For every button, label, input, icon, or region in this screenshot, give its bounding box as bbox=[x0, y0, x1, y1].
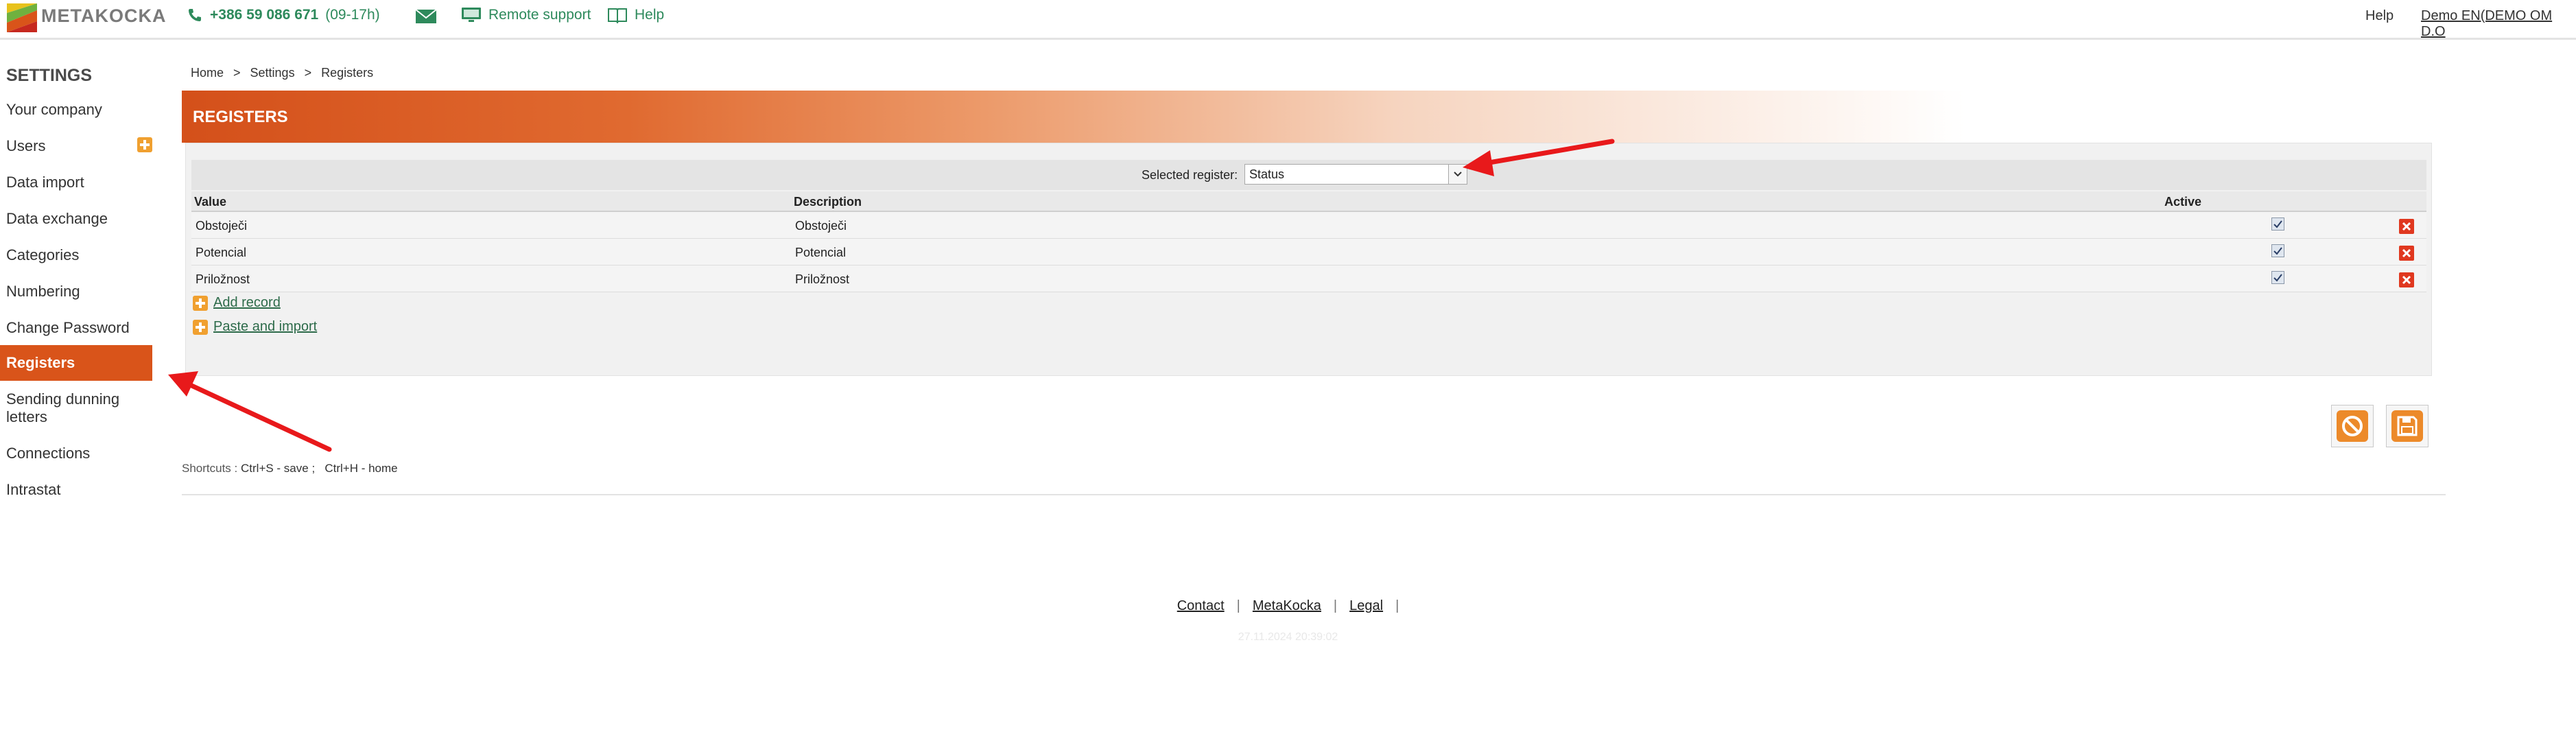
top-bar: METAKOCKA +386 59 086 671 (09-17h) Remot… bbox=[0, 0, 2576, 40]
footer-link-contact[interactable]: Contact bbox=[1177, 598, 1225, 614]
footer-timestamp: 27.11.2024 20:39:02 bbox=[1238, 631, 1338, 643]
sidebar-item-data-import[interactable]: Data import bbox=[0, 174, 152, 191]
monitor-icon bbox=[462, 8, 481, 22]
cancel-icon bbox=[2337, 410, 2368, 442]
breadcrumb-settings[interactable]: Settings bbox=[250, 66, 295, 80]
help-label: Help bbox=[635, 7, 665, 23]
cell-description[interactable]: Priložnost bbox=[795, 272, 849, 287]
sidebar-item-your-company[interactable]: Your company bbox=[0, 101, 152, 119]
shortcut-save: Ctrl+S - save ; bbox=[241, 462, 316, 475]
remote-support-label: Remote support bbox=[488, 7, 591, 23]
column-header-value: Value bbox=[194, 195, 227, 209]
column-header-active: Active bbox=[2164, 195, 2202, 209]
register-select[interactable]: Status bbox=[1244, 164, 1467, 185]
checkmark-icon bbox=[2273, 247, 2282, 255]
checkmark-icon bbox=[2273, 220, 2282, 228]
register-select-value: Status bbox=[1249, 167, 1285, 181]
phone-contact[interactable]: +386 59 086 671 (09-17h) bbox=[187, 7, 380, 23]
sidebar-item-sending-dunning-letters[interactable]: Sending dunning letters bbox=[0, 390, 144, 426]
shortcut-home: Ctrl+H - home bbox=[324, 462, 398, 475]
save-button[interactable] bbox=[2386, 405, 2429, 447]
chevron-down-icon[interactable] bbox=[1448, 165, 1467, 184]
page-title: REGISTERS bbox=[193, 108, 288, 126]
selected-register-label: Selected register: bbox=[1142, 168, 1238, 182]
sidebar-item-connections[interactable]: Connections bbox=[0, 445, 152, 462]
active-checkbox[interactable] bbox=[2271, 271, 2284, 284]
delete-row-icon[interactable] bbox=[2399, 272, 2414, 287]
table-row: Potencial Potencial bbox=[191, 239, 2426, 266]
add-record-link[interactable]: Add record bbox=[213, 295, 281, 311]
table-row: Obstoječi Obstoječi bbox=[191, 212, 2426, 239]
delete-row-icon[interactable] bbox=[2399, 219, 2414, 234]
plus-icon bbox=[193, 319, 208, 335]
sidebar-item-registers[interactable]: Registers bbox=[0, 345, 152, 381]
footer-link-legal[interactable]: Legal bbox=[1349, 598, 1383, 614]
remote-support-link[interactable]: Remote support bbox=[461, 7, 591, 23]
metakocka-logo[interactable] bbox=[7, 3, 37, 32]
breadcrumb-registers: Registers bbox=[321, 66, 374, 80]
phone-icon bbox=[189, 9, 201, 21]
help-link[interactable]: Help bbox=[607, 7, 664, 23]
footer: Contact | MetaKocka | Legal | bbox=[0, 598, 2576, 614]
book-icon bbox=[608, 8, 627, 23]
phone-hours: (09-17h) bbox=[325, 7, 380, 23]
sidebar-item-numbering[interactable]: Numbering bbox=[0, 283, 152, 301]
arrow-to-registers-menu bbox=[168, 371, 332, 452]
add-record-action[interactable]: Add record bbox=[193, 295, 281, 311]
plus-icon bbox=[193, 295, 208, 311]
sidebar-item-categories[interactable]: Categories bbox=[0, 246, 152, 264]
breadcrumb-separator: > bbox=[233, 66, 241, 80]
keyboard-shortcuts: Shortcuts : Ctrl+S - save ; Ctrl+H - hom… bbox=[182, 462, 398, 475]
paste-import-link[interactable]: Paste and import bbox=[213, 319, 317, 335]
divider bbox=[182, 494, 2446, 495]
footer-separator: | bbox=[1333, 598, 1338, 613]
delete-row-icon[interactable] bbox=[2399, 246, 2414, 261]
paste-import-action[interactable]: Paste and import bbox=[193, 319, 317, 335]
floppy-disk-icon bbox=[2391, 410, 2423, 442]
cell-value[interactable]: Potencial bbox=[196, 246, 246, 260]
table-row: Priložnost Priložnost bbox=[191, 266, 2426, 292]
mail-icon[interactable] bbox=[415, 9, 437, 24]
cell-description[interactable]: Potencial bbox=[795, 246, 846, 260]
registers-panel: Selected register: Status Value Descript… bbox=[185, 143, 2432, 376]
cancel-button[interactable] bbox=[2331, 405, 2374, 447]
user-account-link[interactable]: Demo EN(DEMO OM D.O bbox=[2421, 8, 2576, 40]
page-header-banner: REGISTERS bbox=[182, 91, 1965, 143]
register-selector-bar: Selected register: Status bbox=[191, 160, 2426, 190]
checkmark-icon bbox=[2273, 274, 2282, 282]
footer-separator: | bbox=[1236, 598, 1240, 613]
sidebar-item-change-password[interactable]: Change Password bbox=[0, 319, 152, 337]
phone-number: +386 59 086 671 bbox=[210, 7, 319, 23]
active-checkbox[interactable] bbox=[2271, 217, 2284, 231]
sidebar-title: SETTINGS bbox=[6, 66, 93, 85]
active-checkbox[interactable] bbox=[2271, 244, 2284, 257]
logo-text[interactable]: METAKOCKA bbox=[41, 5, 166, 27]
sidebar-item-data-exchange[interactable]: Data exchange bbox=[0, 210, 152, 228]
add-user-plus-icon[interactable] bbox=[137, 137, 152, 152]
cell-value[interactable]: Priložnost bbox=[196, 272, 250, 287]
table-header: Value Description Active bbox=[191, 191, 2426, 212]
shortcuts-label: Shortcuts : bbox=[182, 462, 238, 475]
sidebar-item-intrastat[interactable]: Intrastat bbox=[0, 481, 152, 499]
cell-description[interactable]: Obstoječi bbox=[795, 219, 847, 233]
footer-separator: | bbox=[1395, 598, 1399, 613]
cell-value[interactable]: Obstoječi bbox=[196, 219, 247, 233]
breadcrumb-home[interactable]: Home bbox=[191, 66, 224, 80]
help-right-link[interactable]: Help bbox=[2365, 8, 2394, 24]
breadcrumb-separator: > bbox=[304, 66, 312, 80]
footer-link-metakocka[interactable]: MetaKocka bbox=[1253, 598, 1321, 614]
breadcrumb: Home > Settings > Registers bbox=[191, 66, 373, 80]
sidebar-item-users[interactable]: Users bbox=[0, 137, 152, 155]
column-header-description: Description bbox=[794, 195, 862, 209]
